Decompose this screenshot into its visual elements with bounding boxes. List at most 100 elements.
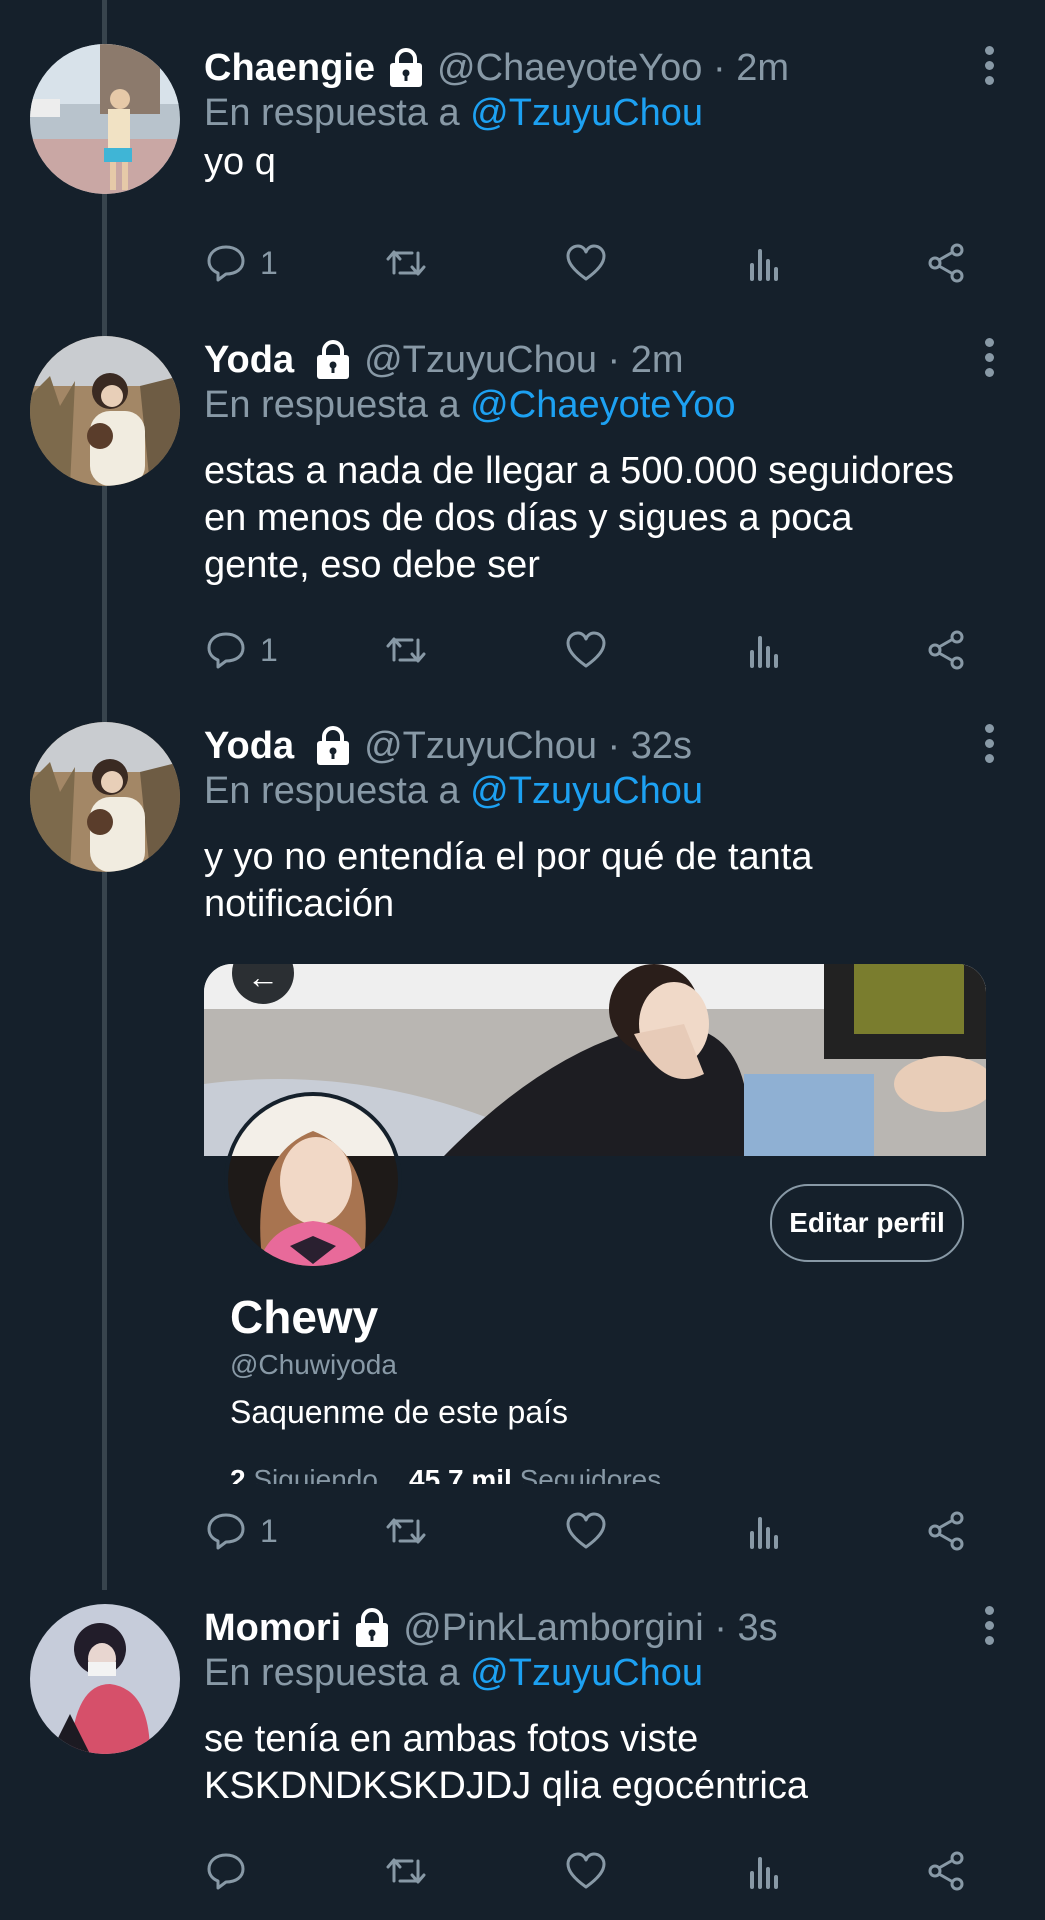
timestamp[interactable]: 32s bbox=[631, 725, 692, 768]
more-vertical-icon[interactable] bbox=[983, 724, 995, 764]
tweet[interactable]: Yoda @TzuyuChou · 32s En respuesta a @Tz… bbox=[0, 722, 1045, 1552]
reply-context: En respuesta a @TzuyuChou bbox=[204, 1652, 703, 1695]
separator-dot: · bbox=[597, 724, 631, 767]
reply-icon bbox=[207, 1853, 245, 1890]
tweet-actions: 1 bbox=[204, 1506, 994, 1556]
more-vertical-icon[interactable] bbox=[983, 46, 995, 86]
share-button[interactable] bbox=[924, 1506, 968, 1556]
heart-icon bbox=[566, 1512, 606, 1549]
separator-dot: · bbox=[703, 1606, 738, 1649]
profile-stats: 2 Siguiendo 45,7 mil Seguidores bbox=[230, 1464, 661, 1484]
lock-icon bbox=[314, 726, 352, 766]
avatar[interactable] bbox=[30, 722, 180, 872]
profile-handle: @Chuwiyoda bbox=[230, 1349, 397, 1380]
retweet-button[interactable] bbox=[384, 625, 428, 675]
timestamp[interactable]: 3s bbox=[738, 1607, 778, 1650]
user-handle[interactable]: @TzuyuChou bbox=[364, 725, 597, 768]
display-name[interactable]: Chaengie bbox=[204, 47, 375, 90]
reply-button[interactable]: 1 bbox=[204, 238, 278, 288]
analytics-button[interactable] bbox=[744, 238, 788, 288]
share-icon bbox=[928, 1851, 964, 1891]
avatar[interactable] bbox=[30, 1604, 180, 1754]
reply-button[interactable]: 1 bbox=[204, 625, 278, 675]
timestamp[interactable]: 2m bbox=[631, 339, 684, 382]
tweet[interactable]: Yoda @TzuyuChou · 2m En respuesta a @Cha… bbox=[0, 336, 1045, 676]
user-handle[interactable]: @TzuyuChou bbox=[364, 339, 597, 382]
retweet-button[interactable] bbox=[384, 1846, 428, 1896]
lock-icon bbox=[314, 340, 352, 380]
display-name[interactable]: Momori bbox=[204, 1607, 341, 1650]
retweet-button[interactable] bbox=[384, 1506, 428, 1556]
tweet-text-line: y yo no entendía el por qué de tanta bbox=[204, 836, 813, 878]
like-button[interactable] bbox=[564, 238, 608, 288]
avatar-photo bbox=[30, 44, 180, 194]
avatar-photo bbox=[30, 336, 180, 486]
followers-count: 45,7 mil bbox=[409, 1464, 512, 1484]
heart-icon bbox=[566, 631, 606, 668]
reply-prefix: En respuesta a bbox=[204, 1652, 460, 1694]
tweet-text-line: gente, eso debe ser bbox=[204, 544, 540, 586]
mention-link[interactable]: @ChaeyoteYoo bbox=[470, 384, 735, 426]
tweet-header: Yoda @TzuyuChou · 32s bbox=[204, 722, 692, 770]
edit-profile-button: Editar perfil bbox=[770, 1184, 964, 1262]
share-button[interactable] bbox=[924, 1846, 968, 1896]
separator-dot: · bbox=[702, 46, 737, 89]
retweet-button[interactable] bbox=[384, 238, 428, 288]
tweet[interactable]: Chaengie @ChaeyoteYoo · 2m En respuesta … bbox=[0, 44, 1045, 304]
avatar[interactable] bbox=[30, 336, 180, 486]
share-button[interactable] bbox=[924, 238, 968, 288]
reply-icon bbox=[207, 245, 245, 282]
tweet[interactable]: Momori @PinkLamborgini · 3s En respuesta… bbox=[0, 1604, 1045, 1904]
reply-prefix: En respuesta a bbox=[204, 92, 460, 134]
user-handle[interactable]: @ChaeyoteYoo bbox=[437, 47, 702, 90]
tweet-header: Yoda @TzuyuChou · 2m bbox=[204, 336, 684, 384]
timestamp[interactable]: 2m bbox=[736, 47, 789, 90]
avatar-photo bbox=[30, 1604, 180, 1754]
tweet-header: Momori @PinkLamborgini · 3s bbox=[204, 1604, 778, 1652]
more-vertical-icon[interactable] bbox=[983, 338, 995, 378]
profile-name: Chewy bbox=[230, 1291, 379, 1343]
retweet-icon bbox=[386, 637, 426, 663]
share-icon bbox=[928, 1511, 964, 1551]
tweet-header: Chaengie @ChaeyoteYoo · 2m bbox=[204, 44, 789, 92]
retweet-icon bbox=[386, 250, 426, 276]
like-button[interactable] bbox=[564, 1506, 608, 1556]
tweet-text-line: yo q bbox=[204, 141, 276, 183]
attached-image[interactable]: ← Editar perfil Chewy @Chuwiyoda Saquenm… bbox=[204, 964, 986, 1484]
avatar[interactable] bbox=[30, 44, 180, 194]
mention-link[interactable]: @TzuyuChou bbox=[470, 92, 703, 134]
user-handle[interactable]: @PinkLamborgini bbox=[403, 1607, 704, 1650]
lock-icon bbox=[387, 48, 425, 88]
like-button[interactable] bbox=[564, 625, 608, 675]
tweet-text: y yo no entendía el por qué de tanta not… bbox=[204, 834, 1014, 928]
tweet-actions: 1 bbox=[204, 625, 994, 675]
analytics-icon bbox=[750, 636, 778, 668]
tweet-text: estas a nada de llegar a 500.000 seguido… bbox=[204, 448, 1014, 589]
analytics-button[interactable] bbox=[744, 1506, 788, 1556]
reply-button[interactable]: 1 bbox=[204, 1506, 278, 1556]
reply-button[interactable] bbox=[204, 1846, 248, 1896]
profile-bio: Saquenme de este país bbox=[230, 1394, 569, 1430]
lock-icon bbox=[353, 1608, 391, 1648]
tweet-text-line: estas a nada de llegar a 500.000 seguido… bbox=[204, 450, 954, 492]
display-name[interactable]: Yoda bbox=[204, 339, 294, 382]
display-name[interactable]: Yoda bbox=[204, 725, 294, 768]
tweet-text: yo q bbox=[204, 139, 1014, 186]
more-vertical-icon[interactable] bbox=[983, 1606, 995, 1646]
share-icon bbox=[928, 630, 964, 670]
tweet-text-line: se tenía en ambas fotos viste bbox=[204, 1718, 699, 1760]
avatar-photo bbox=[30, 722, 180, 872]
share-icon bbox=[928, 243, 964, 283]
analytics-icon bbox=[750, 249, 778, 281]
separator-dot: · bbox=[597, 338, 631, 381]
mention-link[interactable]: @TzuyuChou bbox=[470, 1652, 703, 1694]
analytics-button[interactable] bbox=[744, 1846, 788, 1896]
analytics-icon bbox=[750, 1857, 778, 1889]
share-button[interactable] bbox=[924, 625, 968, 675]
profile-avatar bbox=[224, 1092, 402, 1270]
heart-icon bbox=[566, 244, 606, 281]
reply-context: En respuesta a @TzuyuChou bbox=[204, 92, 703, 135]
like-button[interactable] bbox=[564, 1846, 608, 1896]
analytics-button[interactable] bbox=[744, 625, 788, 675]
mention-link[interactable]: @TzuyuChou bbox=[470, 770, 703, 812]
